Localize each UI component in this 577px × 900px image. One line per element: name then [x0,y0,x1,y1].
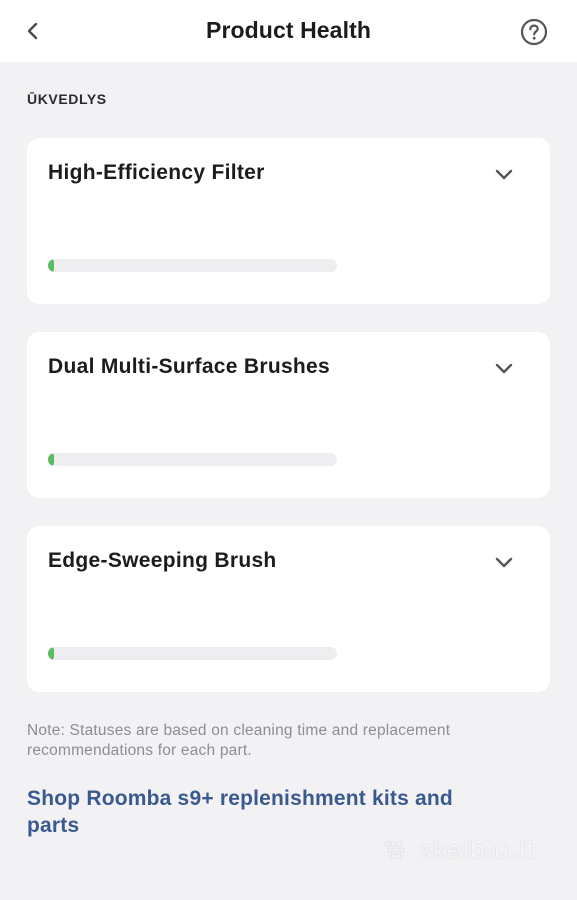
question-circle-icon [520,18,548,46]
part-name: High-Efficiency Filter [48,161,265,184]
watermark-logo-icon [384,841,405,859]
part-name: Dual Multi-Surface Brushes [48,355,331,378]
top-nav-bar: Product Health [0,0,577,62]
part-name: Edge-Sweeping Brush [48,549,277,572]
help-button[interactable] [519,17,549,47]
chevron-down-icon[interactable] [492,550,516,574]
product-health-screen: Product Health ŪKVEDLYS High-Efficiency … [0,0,577,900]
chevron-down-icon[interactable] [492,356,516,380]
part-card-edge-sweeping-brush[interactable]: Edge-Sweeping Brush [27,526,550,692]
watermark: skelbiu.lt [383,836,537,864]
health-progress-bar [48,259,337,272]
health-progress-bar [48,453,337,466]
chevron-down-icon[interactable] [492,162,516,186]
part-card-high-efficiency-filter[interactable]: High-Efficiency Filter [27,138,550,304]
health-progress-fill [48,453,54,466]
page-title: Product Health [206,17,371,43]
part-card-dual-multi-surface-brushes[interactable]: Dual Multi-Surface Brushes [27,332,550,498]
shop-replenishment-link[interactable]: Shop Roomba s9+ replenishment kits and p… [27,785,487,839]
health-progress-fill [48,259,54,272]
watermark-text: skelbiu.lt [419,836,537,864]
health-progress-bar [48,647,337,660]
section-label: ŪKVEDLYS [27,91,107,107]
status-note: Note: Statuses are based on cleaning tim… [27,722,451,759]
health-progress-fill [48,647,54,660]
